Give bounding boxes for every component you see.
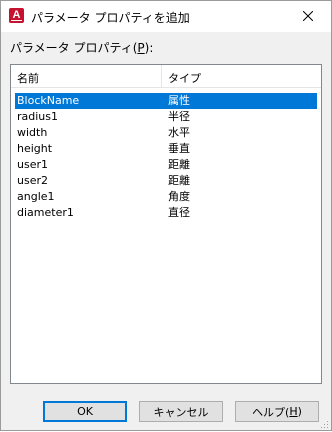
list-row[interactable]: user1 距離 bbox=[15, 157, 317, 173]
resize-grip-icon[interactable] bbox=[319, 418, 329, 428]
row-type: 半径 bbox=[168, 110, 190, 123]
row-type: 水平 bbox=[168, 126, 190, 139]
help-label-accelerator: H bbox=[289, 405, 298, 418]
property-list-label: パラメータ プロパティ(P): bbox=[10, 39, 153, 56]
row-type: 角度 bbox=[168, 190, 190, 203]
list-row[interactable]: radius1 半径 bbox=[15, 109, 317, 125]
row-name: diameter1 bbox=[17, 206, 74, 219]
help-label-suffix: ) bbox=[297, 405, 302, 418]
autocad-app-icon: A bbox=[9, 8, 24, 23]
window-title: パラメータ プロパティを追加 bbox=[31, 11, 190, 25]
close-icon bbox=[302, 10, 314, 24]
close-button[interactable] bbox=[285, 1, 331, 32]
row-name: user2 bbox=[17, 174, 48, 187]
column-separator[interactable] bbox=[161, 65, 162, 87]
list-row[interactable]: width 水平 bbox=[15, 125, 317, 141]
row-type: 距離 bbox=[168, 174, 190, 187]
row-type: 垂直 bbox=[168, 142, 190, 155]
list-row[interactable]: user2 距離 bbox=[15, 173, 317, 189]
help-label-prefix: ヘルプ( bbox=[252, 405, 290, 419]
row-name: height bbox=[17, 142, 53, 155]
dialog-window: A パラメータ プロパティを追加 パラメータ プロパティ(P): 名前 タイプ … bbox=[0, 0, 332, 431]
column-header-type[interactable]: タイプ bbox=[168, 70, 201, 86]
list-row[interactable]: angle1 角度 bbox=[15, 189, 317, 205]
row-name: angle1 bbox=[17, 190, 55, 203]
label-suffix: ): bbox=[144, 41, 154, 55]
list-row[interactable]: BlockName 属性 bbox=[15, 93, 317, 109]
label-prefix: パラメータ プロパティ( bbox=[10, 41, 138, 55]
list-rows: BlockName 属性 radius1 半径 width 水平 height … bbox=[15, 93, 317, 221]
property-listview[interactable]: 名前 タイプ BlockName 属性 radius1 半径 width 水平 … bbox=[10, 64, 322, 384]
row-name: radius1 bbox=[17, 110, 59, 123]
label-accelerator: P bbox=[137, 41, 145, 55]
row-type: 直径 bbox=[168, 206, 190, 219]
list-header: 名前 タイプ bbox=[11, 65, 321, 88]
row-name: BlockName bbox=[17, 94, 80, 107]
row-type: 距離 bbox=[168, 158, 190, 171]
row-name: user1 bbox=[17, 158, 48, 171]
list-row[interactable]: diameter1 直径 bbox=[15, 205, 317, 221]
cancel-button[interactable]: キャンセル bbox=[139, 401, 223, 422]
row-name: width bbox=[17, 126, 48, 139]
column-header-name[interactable]: 名前 bbox=[17, 70, 39, 86]
title-bar[interactable]: A パラメータ プロパティを追加 bbox=[1, 1, 331, 32]
help-button[interactable]: ヘルプ(H) bbox=[235, 401, 319, 422]
row-type: 属性 bbox=[168, 94, 190, 107]
list-row[interactable]: height 垂直 bbox=[15, 141, 317, 157]
ok-button[interactable]: OK bbox=[43, 401, 127, 422]
